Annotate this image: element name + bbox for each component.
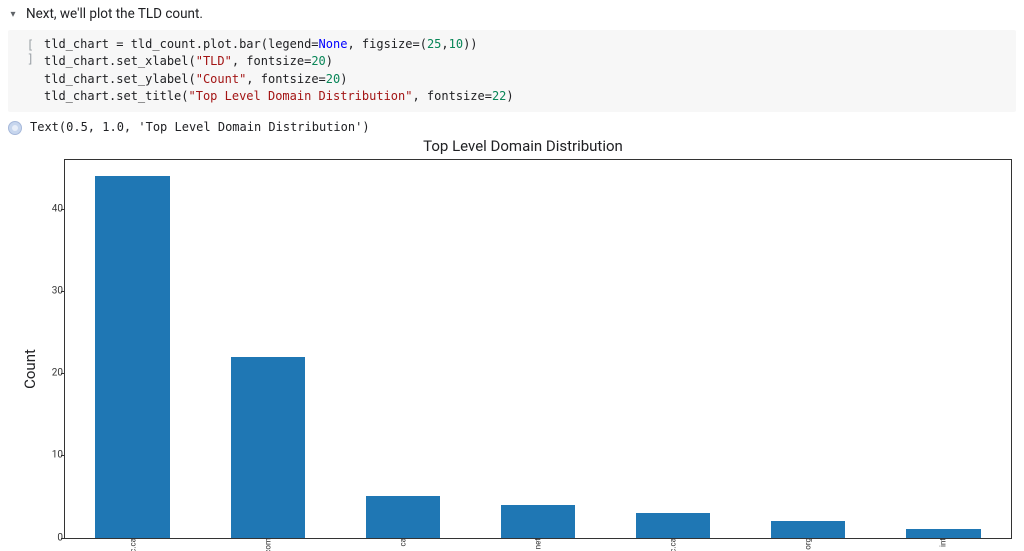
chart-bars <box>65 160 1011 538</box>
code-cell-body[interactable]: tld_chart = tld_count.plot.bar(legend=No… <box>44 36 514 106</box>
chart-ytick: 20 <box>35 368 63 379</box>
chart-bar <box>366 496 440 537</box>
text-cell-content: Next, we'll plot the TLD count. <box>26 6 203 22</box>
output-icon <box>8 121 22 135</box>
chart-xtick-label: gc.ca <box>669 538 678 551</box>
chart: Top Level Domain Distribution Count 0102… <box>30 135 1016 551</box>
chart-plot-area: 010203040 qc.cacomcanetgc.caorgint <box>64 159 1012 539</box>
chart-bar <box>501 505 575 538</box>
chart-xtick-label: qc.ca <box>128 538 137 551</box>
text-cell: ▾ Next, we'll plot the TLD count. <box>0 0 1024 28</box>
chart-xtick-label: net <box>534 538 543 551</box>
chart-ytick: 30 <box>35 286 63 297</box>
collapse-caret-icon[interactable]: ▾ <box>6 9 20 20</box>
chart-title: Top Level Domain Distribution <box>30 135 1016 159</box>
chart-bar <box>771 521 845 537</box>
chart-bar <box>231 357 305 538</box>
output-text: Text(0.5, 1.0, 'Top Level Domain Distrib… <box>30 120 370 134</box>
chart-bar <box>636 513 710 538</box>
chart-ytick: 40 <box>35 203 63 214</box>
output-row: Text(0.5, 1.0, 'Top Level Domain Distrib… <box>0 114 1024 135</box>
chart-ytick: 10 <box>35 450 63 461</box>
chart-ytick: 0 <box>35 532 63 543</box>
chart-xtick-label: org <box>804 538 813 551</box>
chart-yticks: 010203040 <box>35 160 63 538</box>
chart-xtick-label: int <box>939 538 948 550</box>
code-cell-gutter[interactable]: [ ] <box>16 36 34 106</box>
code-cell[interactable]: [ ] tld_chart = tld_count.plot.bar(legen… <box>8 30 1016 112</box>
chart-xtick-label: com <box>263 538 272 551</box>
chart-xtick-label: ca <box>398 538 407 550</box>
chart-bar <box>95 176 169 538</box>
chart-bar <box>906 529 980 537</box>
